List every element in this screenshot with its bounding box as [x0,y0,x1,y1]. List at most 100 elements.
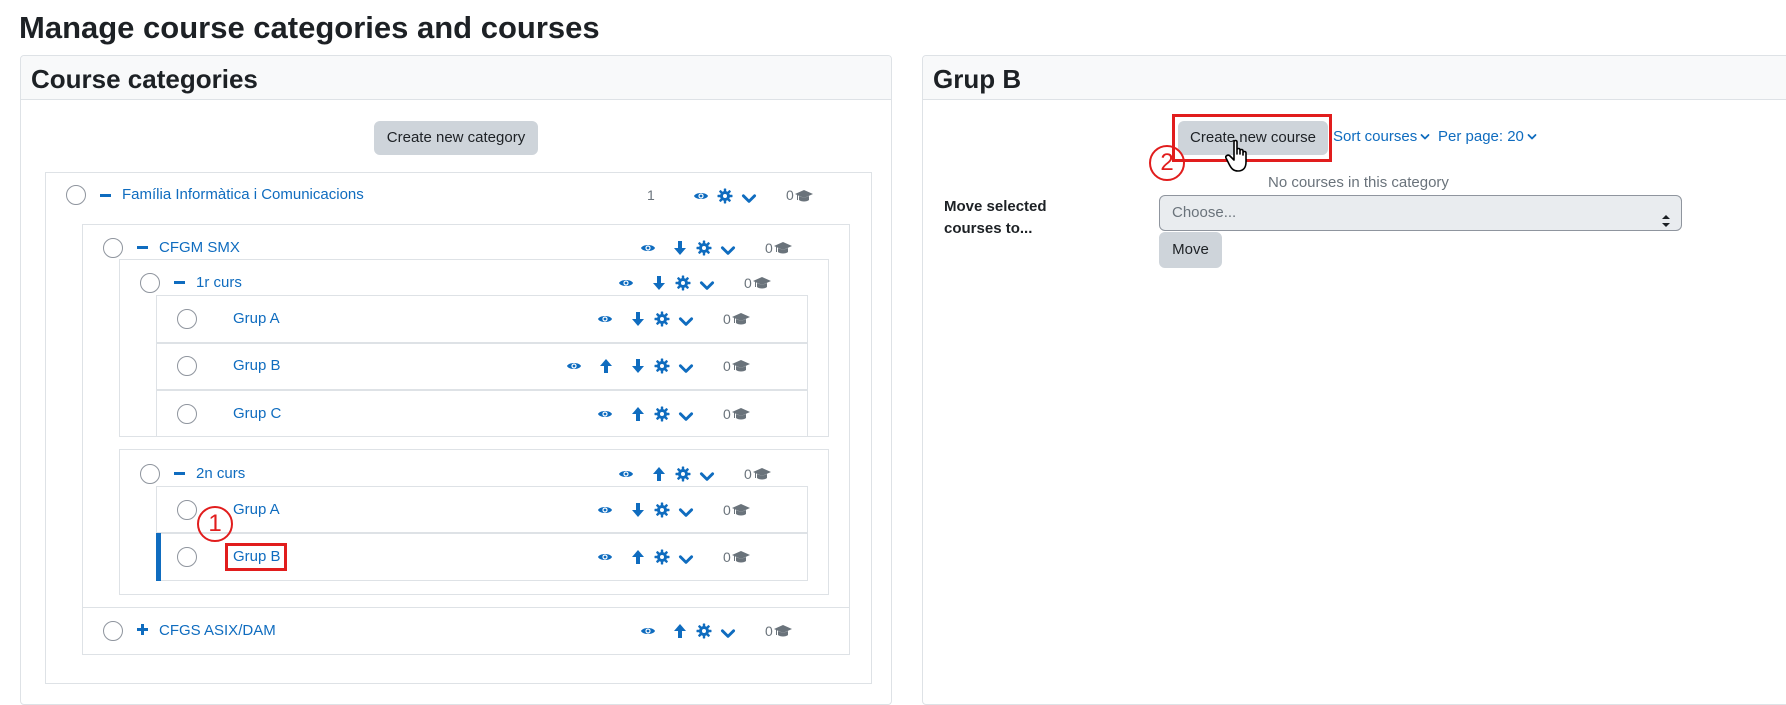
category-checkbox[interactable] [103,238,123,258]
graduation-cap-icon [731,312,751,326]
gear-icon[interactable] [654,311,670,327]
graduation-cap-icon [731,359,751,373]
page-title: Manage course categories and courses [19,10,600,45]
category-link[interactable]: CFGM SMX [159,239,240,256]
chevron-down-icon[interactable] [678,505,694,517]
eye-icon[interactable] [640,623,656,639]
arrow-up-icon[interactable] [598,358,614,374]
category-checkbox[interactable] [177,547,197,567]
graduation-cap-icon [731,503,751,517]
collapse-icon[interactable] [100,194,111,197]
course-categories-header: Course categories [21,56,891,100]
eye-icon[interactable] [597,549,613,565]
gear-icon[interactable] [654,502,670,518]
category-link[interactable]: CFGS ASIX/DAM [159,622,276,639]
eye-icon[interactable] [597,406,613,422]
chevron-down-icon [1420,132,1430,142]
move-target-select[interactable]: Choose... [1159,195,1682,231]
category-link[interactable]: Grup C [233,405,281,422]
eye-icon[interactable] [597,311,613,327]
course-count: 0 [744,275,752,291]
arrow-down-icon[interactable] [651,275,667,291]
gear-icon[interactable] [696,240,712,256]
chevron-down-icon[interactable] [699,469,715,481]
collapse-icon[interactable] [174,472,185,475]
selected-category-marker [156,533,161,581]
annotation-step-2: 2 [1149,145,1185,181]
gear-icon[interactable] [675,466,691,482]
category-detail-panel: Grup B [922,55,1786,705]
gear-icon[interactable] [696,623,712,639]
chevron-down-icon [1527,132,1537,142]
eye-icon[interactable] [693,188,709,204]
category-link[interactable]: Grup A [233,501,280,518]
create-new-category-button[interactable]: Create new category [374,121,538,155]
expand-icon[interactable] [137,624,148,635]
empty-courses-message: No courses in this category [1268,174,1449,191]
chevron-down-icon[interactable] [678,409,694,421]
category-link[interactable]: Família Informàtica i Comunicacions [122,186,364,203]
graduation-cap-icon [794,189,814,203]
graduation-cap-icon [773,624,793,638]
category-checkbox[interactable] [177,500,197,520]
course-count: 0 [723,502,731,518]
move-button[interactable]: Move [1159,232,1222,268]
category-checkbox[interactable] [177,404,197,424]
course-count: 0 [786,187,794,203]
course-count: 0 [723,549,731,565]
gear-icon[interactable] [675,275,691,291]
eye-icon[interactable] [566,358,582,374]
per-page-menu[interactable]: Per page: 20 [1438,128,1537,145]
collapse-icon[interactable] [137,246,148,249]
select-arrows-icon [1661,207,1671,227]
per-page-label: Per page: 20 [1438,128,1524,145]
arrow-up-icon[interactable] [630,549,646,565]
subcategory-count: 1 [647,187,655,203]
sort-courses-menu[interactable]: Sort courses [1333,128,1430,145]
collapse-icon[interactable] [174,281,185,284]
chevron-down-icon[interactable] [678,314,694,326]
eye-icon[interactable] [618,466,634,482]
annotation-step-1: 1 [197,506,233,542]
chevron-down-icon[interactable] [699,278,715,290]
arrow-down-icon[interactable] [630,502,646,518]
category-checkbox[interactable] [103,621,123,641]
graduation-cap-icon [752,276,772,290]
arrow-down-icon[interactable] [672,240,688,256]
gear-icon[interactable] [654,406,670,422]
gear-icon[interactable] [717,188,733,204]
chevron-down-icon[interactable] [678,361,694,373]
graduation-cap-icon [752,467,772,481]
move-selected-label: Move selected courses to... [944,198,1047,237]
eye-icon[interactable] [640,240,656,256]
category-link[interactable]: 1r curs [196,274,242,291]
arrow-down-icon[interactable] [630,358,646,374]
arrow-up-icon[interactable] [630,406,646,422]
chevron-down-icon[interactable] [678,552,694,564]
category-checkbox[interactable] [140,273,160,293]
graduation-cap-icon [773,241,793,255]
gear-icon[interactable] [654,358,670,374]
category-link[interactable]: Grup B [233,357,281,374]
graduation-cap-icon [731,407,751,421]
course-count: 0 [765,623,773,639]
chevron-down-icon[interactable] [720,243,736,255]
category-link[interactable]: Grup A [233,310,280,327]
category-detail-title: Grup B [933,64,1022,94]
move-target-value: Choose... [1172,204,1237,221]
category-checkbox[interactable] [177,309,197,329]
sort-courses-label: Sort courses [1333,128,1418,145]
eye-icon[interactable] [618,275,634,291]
arrow-up-icon[interactable] [651,466,667,482]
gear-icon[interactable] [654,549,670,565]
category-link[interactable]: 2n curs [196,465,245,482]
arrow-down-icon[interactable] [630,311,646,327]
annotation-highlight-grup-b [225,543,287,571]
arrow-up-icon[interactable] [672,623,688,639]
eye-icon[interactable] [597,502,613,518]
chevron-down-icon[interactable] [741,191,757,203]
category-checkbox[interactable] [140,464,160,484]
category-checkbox[interactable] [177,356,197,376]
chevron-down-icon[interactable] [720,626,736,638]
category-checkbox[interactable] [66,185,86,205]
